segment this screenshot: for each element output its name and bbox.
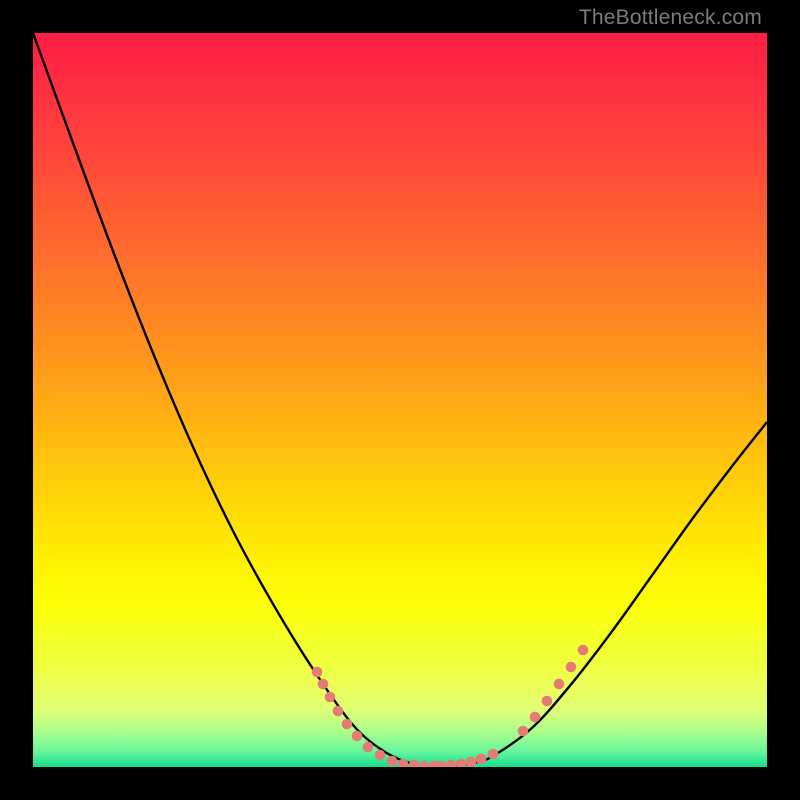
curve-dots-left — [312, 667, 440, 767]
dot — [554, 679, 565, 690]
bottleneck-curve — [33, 33, 767, 766]
dot — [419, 761, 430, 767]
dot — [446, 760, 457, 767]
watermark-text: TheBottleneck.com — [579, 6, 762, 30]
dot — [387, 756, 398, 767]
dot — [530, 712, 541, 723]
dot — [363, 742, 374, 753]
dot — [542, 696, 553, 707]
dot — [456, 759, 467, 767]
dot — [578, 645, 589, 656]
dot — [333, 706, 344, 717]
dot — [488, 749, 499, 760]
dot — [436, 761, 447, 767]
curve-dots-right — [436, 645, 589, 767]
dot — [325, 692, 336, 703]
chart-svg — [33, 33, 767, 767]
dot — [518, 726, 529, 737]
dot — [566, 662, 577, 673]
dot — [375, 750, 386, 761]
dot — [342, 719, 353, 730]
dot — [466, 757, 477, 767]
dot — [318, 679, 329, 690]
dot — [476, 754, 487, 765]
dot — [409, 760, 420, 767]
dot — [352, 731, 363, 742]
dot — [312, 667, 323, 678]
